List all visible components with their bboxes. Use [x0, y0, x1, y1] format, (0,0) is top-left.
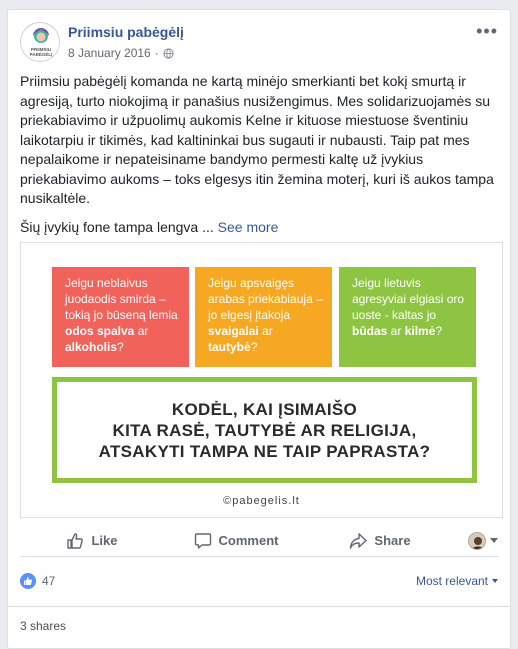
headline-line-2: KITA RASĖ, TAUTYBĖ AR RELIGIJA, — [112, 420, 417, 440]
shares-row: 3 shares — [8, 606, 510, 645]
orange-info-box: Jeigu apsvaigęs arabas priekabiauja – jo… — [195, 267, 332, 367]
like-icon — [67, 532, 84, 549]
comment-sort-label: Most relevant — [415, 574, 488, 588]
action-bar: Like Comment Share — [20, 525, 498, 557]
page-avatar[interactable]: PRIIMSIU PABĖGĖLĮ — [20, 22, 60, 62]
reactions-row: 47 Most relevant — [20, 567, 498, 595]
more-options-icon[interactable]: ••• — [476, 22, 498, 40]
orange-box-mid: ar — [258, 324, 273, 338]
headline-line-3: ATSAKYTI TAMPA NE TAIP PAPRASTA? — [98, 441, 431, 461]
share-icon — [350, 532, 368, 549]
green-box-text: Jeigu lietuvis agresyviai elgiasi oro uo… — [352, 276, 465, 322]
reaction-count[interactable]: 47 — [42, 574, 55, 588]
like-badge-thumb-icon — [24, 577, 33, 585]
comment-button[interactable]: Comment — [164, 525, 308, 557]
orange-box-bold1: svaigalai — [208, 324, 259, 338]
post-paragraph-1: Priimsiu pabėgėlį komanda ne kartą minėj… — [20, 73, 494, 206]
meta-separator: · — [154, 46, 159, 60]
post-as-selector[interactable] — [452, 531, 498, 550]
post-paragraph-2: Šių įvykių fone tampa lengva ... See mor… — [20, 218, 498, 238]
avatar-logo-icon: PRIIMSIU PABĖGĖLĮ — [22, 24, 59, 61]
share-button[interactable]: Share — [308, 525, 452, 557]
post-ellipsis: ... — [202, 218, 214, 235]
orange-box-text: Jeigu apsvaigęs arabas priekabiauja – jo… — [208, 276, 323, 322]
like-badge-icon[interactable] — [20, 573, 36, 589]
comment-sort-dropdown[interactable]: Most relevant — [416, 574, 498, 588]
headline-line-1: KODĖL, KAI ĮSIMAIŠO — [171, 399, 358, 419]
like-label: Like — [91, 533, 118, 548]
post-card: PRIIMSIU PABĖGĖLĮ Priimsiu pabėgėlį 8 Ja… — [7, 9, 511, 649]
globe-icon[interactable] — [163, 47, 174, 59]
see-more-link[interactable]: See more — [218, 219, 279, 235]
like-button[interactable]: Like — [20, 525, 164, 557]
headline-frame: KODĖL, KAI ĮSIMAIŠO KITA RASĖ, TAUTYBĖ A… — [52, 377, 477, 483]
post-header: PRIIMSIU PABĖGĖLĮ Priimsiu pabėgėlį 8 Ja… — [20, 22, 498, 70]
green-box-end: ? — [435, 324, 443, 338]
green-box-bold1: būdas — [352, 324, 388, 338]
chevron-down-icon — [492, 579, 498, 583]
actor-avatar — [468, 531, 486, 550]
red-box-bold1: odos spalva — [65, 324, 135, 338]
green-box-mid: ar — [387, 324, 405, 338]
post-meta: 8 January 2016 · — [68, 46, 174, 60]
post-date[interactable]: 8 January 2016 — [68, 46, 151, 60]
image-watermark: ©pabegelis.lt — [223, 495, 300, 507]
page-name-link[interactable]: Priimsiu pabėgėlį — [68, 24, 184, 40]
orange-box-bold2: tautybė — [208, 340, 251, 354]
share-label: Share — [374, 533, 411, 548]
actor-avatar-icon — [469, 532, 485, 549]
post-body: Priimsiu pabėgėlį komanda ne kartą minėj… — [20, 72, 498, 246]
green-box-bold2: kilmė — [404, 324, 436, 338]
orange-box-end: ? — [250, 340, 258, 354]
comment-label: Comment — [218, 533, 279, 548]
red-box-text: Jeigu neblaivus juodaodis smirda – tokią… — [65, 276, 178, 322]
red-box-end: ? — [117, 340, 124, 354]
red-box-bold2: alkoholis — [65, 340, 118, 354]
green-info-box: Jeigu lietuvis agresyviai elgiasi oro uo… — [339, 267, 476, 367]
post-paragraph-2-text: Šių įvykių fone tampa lengva — [20, 218, 199, 235]
post-image[interactable]: Jeigu neblaivus juodaodis smirda – tokią… — [20, 242, 503, 518]
shares-link[interactable]: 3 shares — [20, 619, 66, 633]
red-box-mid: ar — [134, 324, 149, 338]
caret-down-icon — [490, 538, 498, 543]
comment-icon — [194, 532, 211, 549]
avatar-line2: PABĖGĖLĮ — [30, 51, 53, 57]
red-info-box: Jeigu neblaivus juodaodis smirda – tokią… — [52, 267, 189, 367]
